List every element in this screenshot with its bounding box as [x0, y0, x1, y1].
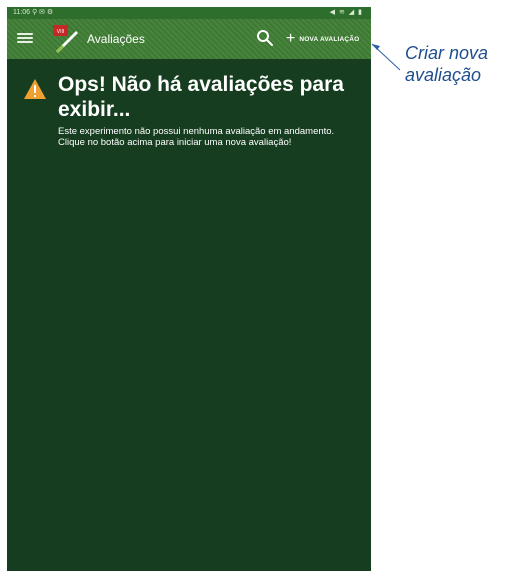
app-bar: VIII Avaliações + NOVA AVALIAÇÃO	[7, 19, 371, 59]
empty-state-title: Ops! Não há avaliações para exibir...	[58, 73, 344, 121]
status-right-icons: ◀ ≋ ◢ ▮	[329, 9, 363, 16]
plus-icon: +	[286, 30, 296, 47]
empty-state-description: Este experimento não possui nenhuma aval…	[58, 126, 335, 148]
new-evaluation-label: NOVA AVALIAÇÃO	[299, 35, 360, 43]
page-title: Avaliações	[87, 32, 145, 46]
menu-icon[interactable]	[17, 31, 33, 47]
search-icon[interactable]	[256, 29, 274, 47]
status-left-icons: ⚲ ✉ ⚙	[31, 9, 54, 16]
app-logo-icon: VIII	[53, 25, 78, 53]
device-screen: 11:06 ⚲ ✉ ⚙ ◀ ≋ ◢ ▮ VIII Avaliações + NO…	[7, 7, 371, 571]
warning-icon	[24, 79, 46, 99]
status-bar: 11:06 ⚲ ✉ ⚙ ◀ ≋ ◢ ▮	[7, 7, 371, 19]
status-time-text: 11:06	[13, 9, 30, 16]
annotation-label: Criar nova avaliação	[405, 43, 489, 85]
status-time: 11:06 ⚲ ✉ ⚙	[13, 7, 53, 19]
logo-text: VIII	[57, 29, 65, 35]
new-evaluation-button[interactable]: + NOVA AVALIAÇÃO	[286, 29, 359, 49]
